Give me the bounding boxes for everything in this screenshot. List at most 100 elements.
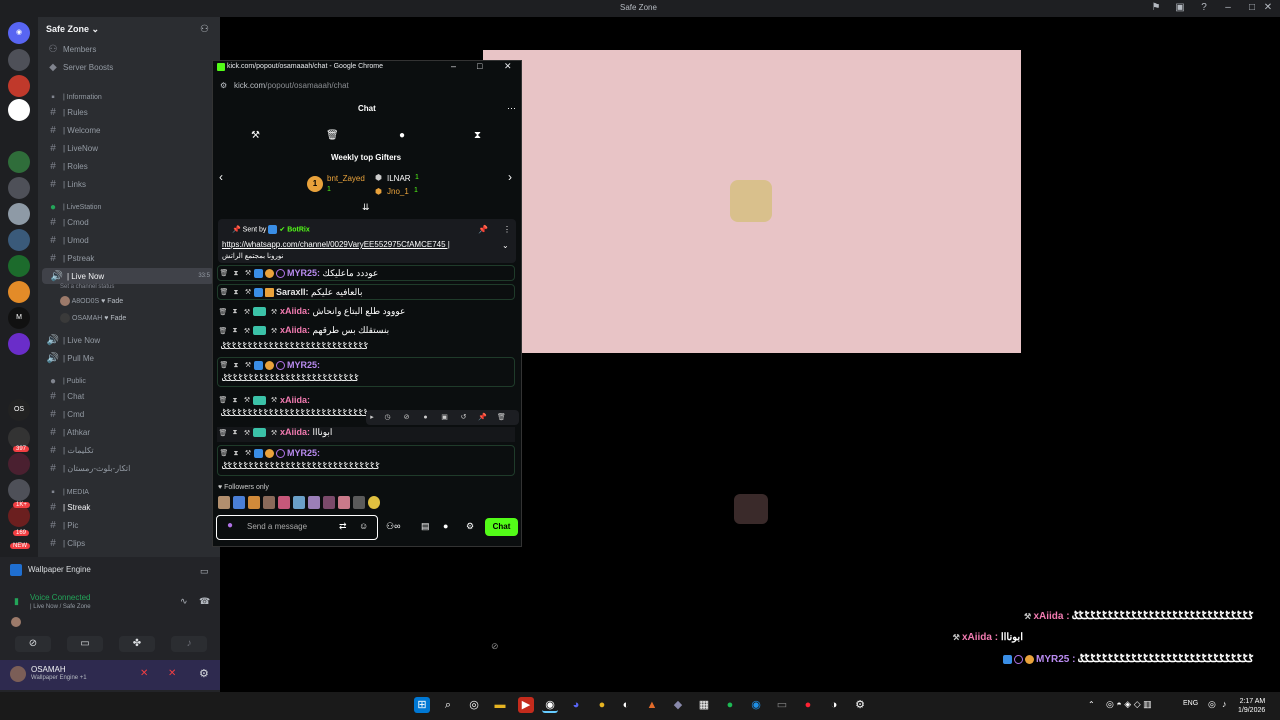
- gifter-name[interactable]: Jno_1: [387, 187, 409, 196]
- emote-icon[interactable]: [233, 496, 245, 509]
- server-icon[interactable]: [8, 453, 30, 475]
- close-icon[interactable]: ✕: [1262, 2, 1274, 14]
- app-icon[interactable]: ●: [800, 697, 816, 713]
- channel-streak[interactable]: # | Streak: [38, 499, 220, 515]
- discord-icon[interactable]: ◕: [568, 697, 584, 713]
- prev-arrow-icon[interactable]: ‹: [219, 170, 223, 184]
- mic-icon[interactable]: ●: [227, 520, 233, 531]
- gifter-name[interactable]: bnt_Zayed: [327, 174, 365, 183]
- members-link[interactable]: ⚇ Members: [38, 41, 220, 57]
- minimize-icon[interactable]: –: [1222, 2, 1234, 14]
- server-icon[interactable]: [8, 281, 30, 303]
- voice-channel-path[interactable]: | Live Now / Safe Zone: [30, 604, 91, 610]
- disconnect-icon[interactable]: ☎: [199, 596, 210, 607]
- app-icon[interactable]: ⚙: [852, 697, 868, 713]
- store-icon[interactable]: ▤: [421, 521, 430, 532]
- inbox-icon[interactable]: ⚑: [1150, 2, 1162, 14]
- send-chat-button[interactable]: Chat: [485, 518, 518, 536]
- channel-live-now[interactable]: 🔊 | Live Now 33:5: [42, 268, 214, 284]
- deafen-icon[interactable]: ✕: [168, 668, 176, 679]
- chat-bubble-icon[interactable]: ●: [443, 521, 448, 531]
- volume-icon[interactable]: ♪: [1222, 699, 1227, 709]
- pin-icon[interactable]: 📌: [478, 225, 488, 234]
- users-icon[interactable]: ⚇∞: [386, 521, 400, 532]
- chevron-down-icon[interactable]: ⌄: [502, 241, 509, 250]
- tray-chevron-icon[interactable]: ⌃: [1088, 700, 1095, 709]
- app-icon[interactable]: ▶: [518, 697, 534, 713]
- server-icon[interactable]: [8, 229, 30, 251]
- close-icon[interactable]: ✕: [504, 61, 512, 72]
- search-icon[interactable]: ⌕: [440, 697, 456, 713]
- avatar[interactable]: [10, 666, 26, 682]
- maximize-icon[interactable]: □: [1246, 2, 1258, 14]
- file-explorer-icon[interactable]: ▬: [492, 697, 508, 713]
- more-icon[interactable]: ⋮: [503, 225, 511, 234]
- emote-icon[interactable]: [293, 496, 305, 509]
- copy-icon[interactable]: ▣: [435, 410, 454, 425]
- category-information[interactable]: ▪ | Information: [38, 89, 220, 105]
- category-public[interactable]: ● | Public: [38, 373, 220, 389]
- server-icon[interactable]: [8, 75, 30, 97]
- app-icon[interactable]: ◉: [748, 697, 764, 713]
- voice-user[interactable]: OSAMAH ♥ Fade: [60, 313, 126, 323]
- reply-icon[interactable]: ▸: [366, 410, 378, 425]
- noise-icon[interactable]: ∿: [180, 596, 188, 607]
- chrome-icon[interactable]: ◉: [542, 697, 558, 713]
- pin-icon[interactable]: 📌: [473, 410, 492, 425]
- pinned-link[interactable]: https://whatsapp.com/channel/0029VaryEE5…: [222, 240, 450, 249]
- channel-roles[interactable]: # | Roles: [38, 158, 220, 174]
- undo-icon[interactable]: ↺: [454, 410, 473, 425]
- channel-pstreak[interactable]: # | Pstreak: [38, 250, 220, 266]
- server-icon[interactable]: [8, 151, 30, 173]
- channel-livenow[interactable]: # | LiveNow: [38, 140, 220, 156]
- category-media[interactable]: ▪ | MEDIA: [38, 484, 220, 500]
- server-icon[interactable]: M: [8, 307, 30, 329]
- server-name[interactable]: Safe Zone ⌄: [46, 24, 99, 35]
- window-icon[interactable]: ▣: [1174, 2, 1186, 14]
- network-icon[interactable]: ◎: [1208, 699, 1216, 710]
- chat-message[interactable]: 🗑 ⧗ ⚒ ⚒ xAiida: ابونااا: [217, 427, 515, 442]
- channel-cmd[interactable]: # | Cmd: [38, 406, 220, 422]
- server-boosts-link[interactable]: ◆ Server Boosts: [38, 59, 220, 75]
- channel-umod[interactable]: # | Umod: [38, 232, 220, 248]
- chat-message[interactable]: 🗑 ⧗ ⚒ MYR25: عوددد ماعليكك: [217, 265, 515, 281]
- screen-share-icon[interactable]: ▭: [67, 636, 103, 652]
- next-arrow-icon[interactable]: ›: [508, 170, 512, 184]
- emoji-icon[interactable]: ☺: [359, 521, 368, 531]
- chat-message[interactable]: 🗑 ⧗ ⚒ SaraxII: بالعافيه عليكم: [217, 284, 515, 300]
- more-icon[interactable]: ⋯: [507, 103, 516, 114]
- add-user-icon[interactable]: ⚇: [200, 24, 209, 35]
- site-info-icon[interactable]: ⚙: [220, 81, 227, 90]
- server-icon[interactable]: [8, 479, 30, 501]
- channel-athkar[interactable]: # | Athkar: [38, 424, 220, 440]
- emote-icon[interactable]: [218, 496, 230, 509]
- voice-user[interactable]: A8OD0S ♥ Fade: [60, 296, 123, 306]
- server-icon[interactable]: OS: [8, 399, 30, 421]
- channel-rules[interactable]: # | Rules: [38, 104, 220, 120]
- minimize-icon[interactable]: –: [451, 61, 456, 71]
- chat-icon[interactable]: ●: [416, 410, 435, 425]
- language-indicator[interactable]: ENG: [1183, 700, 1198, 707]
- trash-icon[interactable]: 🗑: [492, 410, 511, 425]
- app-icon[interactable]: ◎: [466, 697, 482, 713]
- clock[interactable]: 2:17 AM 1/9/2026: [1238, 697, 1265, 715]
- help-icon[interactable]: ?: [1198, 2, 1210, 14]
- activity-row[interactable]: Wallpaper Engine: [10, 564, 91, 576]
- channel-arabic-1[interactable]: # | تكليمات: [38, 442, 220, 458]
- channel-clips[interactable]: # | Clips: [38, 535, 220, 551]
- voice-connected-label[interactable]: Voice Connected: [30, 593, 91, 602]
- server-icon[interactable]: [8, 49, 30, 71]
- app-icon[interactable]: ▲: [644, 697, 660, 713]
- translate-icon[interactable]: ⇄: [339, 521, 347, 532]
- channel-status[interactable]: Set a channel status: [60, 284, 114, 290]
- channel-welcome[interactable]: # | Welcome: [38, 122, 220, 138]
- activities-icon[interactable]: ✤: [119, 636, 155, 652]
- emote-icon[interactable]: [353, 496, 365, 509]
- server-icon[interactable]: [8, 505, 30, 527]
- soundboard-icon[interactable]: ♪: [171, 636, 207, 652]
- start-icon[interactable]: ⊞: [414, 697, 430, 713]
- channel-voice-live-now[interactable]: 🔊 | Live Now: [38, 332, 220, 348]
- gavel-icon[interactable]: ⚒: [251, 130, 260, 141]
- chat-message[interactable]: 🗑 ⧗ ⚒ MYR25: ݣݣݣݣݣݣݣݣݣݣݣݣݣݣݣݣݣݣݣݣݣݣݣݣݣݣ: [217, 357, 515, 387]
- channel-pull-me[interactable]: 🔊 | Pull Me: [38, 350, 220, 366]
